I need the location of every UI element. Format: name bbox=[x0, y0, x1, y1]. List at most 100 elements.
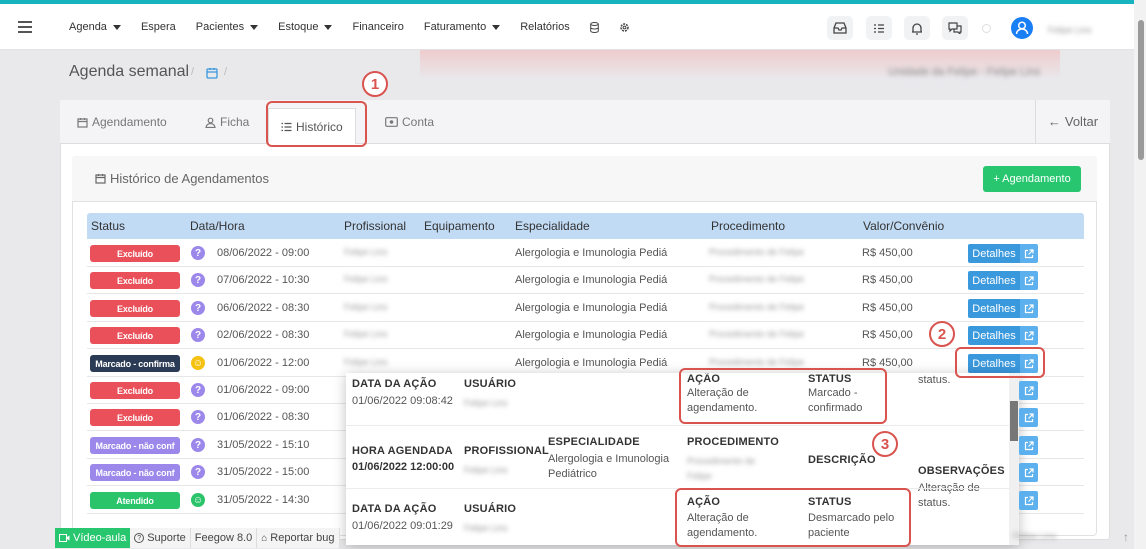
user-value: Felipe Lins bbox=[464, 523, 508, 533]
details-label: Detalhes bbox=[968, 244, 1020, 263]
question-icon: ? bbox=[191, 273, 205, 287]
column-header-professional[interactable]: Profissional bbox=[344, 219, 406, 233]
details-button[interactable]: Detalhes bbox=[968, 244, 1038, 263]
breadcrumb-separator: / bbox=[191, 66, 195, 78]
row-date: 31/05/2022 - 15:00 bbox=[217, 466, 310, 478]
video-lesson-button[interactable]: Vídeo-aula bbox=[55, 528, 131, 548]
row-value: R$ 450,00 bbox=[862, 329, 913, 341]
row-date: 07/06/2022 - 10:30 bbox=[217, 274, 310, 286]
report-bug-button[interactable]: ⌂ Reportar bug bbox=[257, 528, 340, 548]
annotation-number-3: 3 bbox=[872, 431, 898, 457]
footer-bar: Vídeo-aula ? Suporte Feegow 8.0 ⌂ Report… bbox=[55, 528, 340, 548]
arrow-left-icon: ← bbox=[1047, 114, 1061, 129]
menu-item-espera[interactable]: Espera bbox=[141, 21, 176, 33]
details-button[interactable]: Detalhes bbox=[968, 299, 1038, 318]
support-button[interactable]: ? Suporte bbox=[130, 528, 191, 548]
menu-item-label: Relatórios bbox=[520, 21, 570, 33]
menu-item-agenda[interactable]: Agenda bbox=[69, 21, 121, 33]
menu-item-faturamento[interactable]: Faturamento bbox=[424, 21, 501, 33]
menu-item-financeiro[interactable]: Financeiro bbox=[352, 21, 403, 33]
action-date-value: 01/06/2022 09:01:29 bbox=[352, 520, 453, 532]
column-header-specialty[interactable]: Especialidade bbox=[515, 219, 590, 233]
user-icon bbox=[205, 117, 216, 128]
row-professional: Felipe Lins bbox=[344, 357, 388, 367]
tab-ficha[interactable]: Ficha bbox=[205, 115, 249, 129]
row-date: 01/06/2022 - 08:30 bbox=[217, 411, 310, 423]
column-header-procedure[interactable]: Procedimento bbox=[711, 219, 785, 233]
tab-agendamento[interactable]: Agendamento bbox=[77, 115, 167, 129]
external-link-icon[interactable] bbox=[1020, 299, 1038, 318]
menu-item-label: Pacientes bbox=[195, 21, 245, 33]
external-link-icon[interactable] bbox=[1020, 244, 1038, 263]
scheduled-time-label: HORA AGENDADA bbox=[352, 445, 453, 457]
row-specialty: Alergologia e Imunologia Pediá bbox=[515, 357, 668, 369]
external-link-icon[interactable] bbox=[1019, 408, 1038, 427]
chevron-down-icon bbox=[324, 24, 333, 30]
row-professional: Felipe Lins bbox=[344, 247, 388, 257]
database-icon[interactable] bbox=[589, 21, 599, 33]
popover-scrollbar[interactable] bbox=[1009, 373, 1019, 545]
table-header: Status Data/Hora Profissional Equipament… bbox=[87, 213, 1084, 239]
external-link-icon[interactable] bbox=[1019, 381, 1038, 400]
table-row[interactable]: Excluído ? 07/06/2022 - 10:30 Felipe Lins… bbox=[87, 267, 1084, 294]
external-link-icon[interactable] bbox=[1020, 326, 1038, 345]
unit-name: Unidade da Felipe - Felipe Lins bbox=[888, 66, 1041, 78]
inbox-icon[interactable] bbox=[827, 16, 853, 40]
avatar[interactable] bbox=[1011, 17, 1033, 39]
row-specialty: Alergologia e Imunologia Pediá bbox=[515, 302, 668, 314]
add-appointment-button[interactable]: + Agendamento bbox=[983, 166, 1081, 192]
main-menu: Agenda Espera Pacientes Estoque Financeiro Fa… bbox=[69, 4, 650, 50]
user-value: Felipe Lins bbox=[464, 398, 508, 408]
help-icon: ? bbox=[134, 533, 145, 543]
user-label: USUÁRIO bbox=[464, 378, 517, 390]
external-link-icon[interactable] bbox=[1019, 436, 1038, 455]
row-professional: Felipe Lins bbox=[344, 329, 388, 339]
column-header-date[interactable]: Data/Hora bbox=[190, 219, 245, 233]
status-badge: Excluído bbox=[90, 409, 180, 426]
row-specialty: Alergologia e Imunologia Pediá bbox=[515, 247, 668, 259]
tab-bar: Agendamento Ficha Histórico Conta bbox=[60, 100, 1110, 144]
gear-icon[interactable] bbox=[619, 22, 630, 33]
row-procedure: Procedimento de Felipe bbox=[709, 274, 805, 284]
status-badge: Excluído bbox=[90, 382, 180, 399]
details-button[interactable]: Detalhes bbox=[968, 271, 1038, 290]
external-link-icon[interactable] bbox=[1019, 463, 1038, 482]
details-button[interactable]: Detalhes bbox=[968, 326, 1038, 345]
column-header-equipment[interactable]: Equipamento bbox=[424, 219, 495, 233]
status-badge: Marcado - não conf bbox=[90, 437, 180, 454]
annotation-box-1 bbox=[266, 101, 367, 147]
chevron-down-icon bbox=[112, 24, 121, 30]
row-value: R$ 450,00 bbox=[862, 302, 913, 314]
menu-icon[interactable] bbox=[18, 21, 32, 33]
checklist-icon[interactable] bbox=[866, 16, 892, 40]
details-label: Detalhes bbox=[968, 299, 1020, 318]
chat-icon[interactable] bbox=[942, 16, 968, 40]
row-professional: Felipe Lins bbox=[344, 302, 388, 312]
external-link-icon[interactable] bbox=[1019, 491, 1038, 510]
column-header-value[interactable]: Valor/Convênio bbox=[863, 219, 944, 233]
table-row[interactable]: Excluído ? 06/06/2022 - 08:30 Felipe Lins… bbox=[87, 295, 1084, 322]
menu-item-pacientes[interactable]: Pacientes bbox=[195, 21, 259, 33]
page-scrollbar[interactable] bbox=[1134, 0, 1146, 549]
row-date: 31/05/2022 - 15:10 bbox=[217, 439, 310, 451]
column-header-status[interactable]: Status bbox=[91, 219, 125, 233]
question-icon: ? bbox=[191, 301, 205, 315]
row-specialty: Alergologia e Imunologia Pediá bbox=[515, 329, 668, 341]
video-icon bbox=[59, 534, 70, 542]
arrow-up-icon[interactable]: ↑ bbox=[1117, 528, 1135, 546]
annotation-number-2: 2 bbox=[929, 321, 955, 347]
version-label: Feegow 8.0 bbox=[191, 528, 258, 548]
status-badge: Marcado - confirma bbox=[90, 355, 180, 372]
page-title: Agenda semanal bbox=[69, 63, 190, 80]
footer-user: Felipe Lins bbox=[1013, 531, 1057, 541]
tab-conta[interactable]: Conta bbox=[385, 115, 434, 129]
menu-item-relatórios[interactable]: Relatórios bbox=[520, 21, 570, 33]
menu-item-estoque[interactable]: Estoque bbox=[278, 21, 333, 33]
back-button[interactable]: ← Voltar bbox=[1035, 100, 1110, 143]
bell-icon[interactable] bbox=[904, 16, 930, 40]
user-name[interactable]: Felipe Lins bbox=[1048, 25, 1092, 35]
external-link-icon[interactable] bbox=[1020, 271, 1038, 290]
menu-item-label: Estoque bbox=[278, 21, 319, 33]
calendar-icon[interactable] bbox=[206, 66, 218, 84]
table-row[interactable]: Excluído ? 08/06/2022 - 09:00 Felipe Lins… bbox=[87, 240, 1084, 267]
